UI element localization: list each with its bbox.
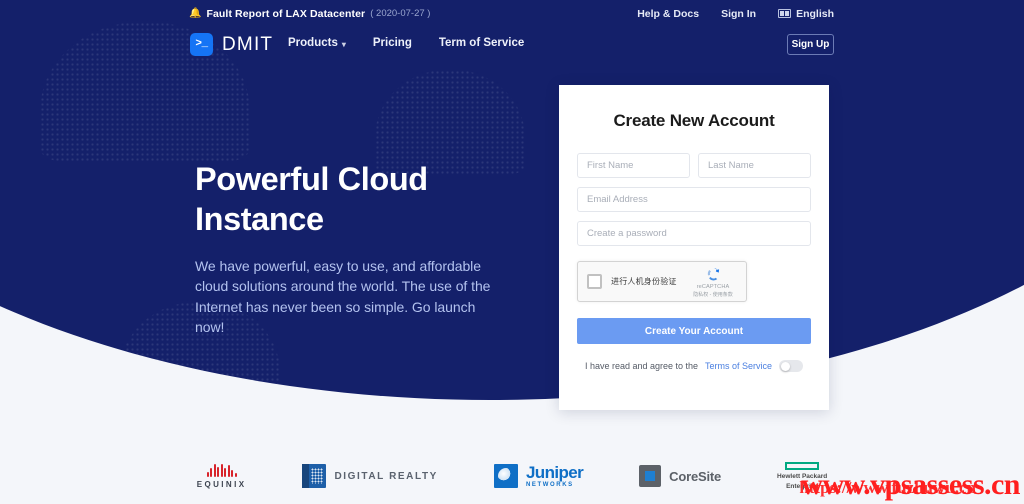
help-and-docs-link[interactable]: Help & Docs (637, 8, 699, 20)
hero-title-line1: Powerful Cloud (195, 160, 495, 200)
brand-name: DMIT (222, 34, 273, 56)
recaptcha-brand: reCAPTCHA (689, 284, 737, 290)
page-root: 🔔 Fault Report of LAX Datacenter ( 2020-… (0, 0, 1024, 504)
language-label: English (796, 8, 834, 20)
terms-agreement-text: I have read and agree to the (585, 361, 698, 371)
juniper-logo-subtext: NETWORKS (526, 482, 574, 488)
announcement-bar: 🔔 Fault Report of LAX Datacenter ( 2020-… (0, 0, 1024, 27)
card-title: Create New Account (577, 111, 811, 131)
create-account-button[interactable]: Create Your Account (577, 318, 811, 344)
equinix-logo-text: EQUINIX (197, 480, 247, 489)
announcement-message[interactable]: 🔔 Fault Report of LAX Datacenter ( 2020-… (189, 0, 430, 27)
recaptcha-icon (705, 266, 722, 283)
recaptcha-label: 进行人机身份验证 (611, 276, 677, 287)
equinix-logo-icon (207, 464, 237, 477)
partner-logo-juniper: Juniper NETWORKS (494, 464, 583, 488)
announcement-actions: Help & Docs Sign In English (637, 0, 834, 27)
partner-logo-equinix: EQUINIX (197, 464, 247, 489)
recaptcha-branding: reCAPTCHA 隐私权 - 使用条款 (689, 266, 737, 298)
password-input[interactable]: Create a password (577, 221, 811, 246)
terminal-icon: >_ (190, 33, 213, 56)
email-input[interactable]: Email Address (577, 187, 811, 212)
partner-logo-hpe: Hewlett Packard Enterprise (777, 462, 827, 491)
last-name-input[interactable]: Last Name (698, 153, 811, 178)
terms-agreement-toggle[interactable] (779, 360, 803, 372)
hero-subtitle: We have powerful, easy to use, and affor… (195, 256, 495, 338)
nav-item-products[interactable]: Products ▾ (288, 37, 346, 49)
nav-item-pricing[interactable]: Pricing (373, 37, 412, 49)
hpe-logo-line1: Hewlett Packard (777, 473, 827, 480)
coresite-logo-icon (639, 465, 661, 487)
nav-item-products-label: Products (288, 37, 338, 49)
recaptcha-widget[interactable]: 进行人机身份验证 reCAPTCHA 隐私权 - 使用条款 (577, 261, 747, 302)
hero-title: Powerful Cloud Instance (195, 160, 495, 240)
hero-title-line2: Instance (195, 200, 495, 240)
brand-logo[interactable]: >_ DMIT (190, 33, 273, 56)
juniper-logo-icon (494, 464, 518, 488)
flag-icon (778, 9, 791, 18)
announcement-date: ( 2020-07-27 ) (370, 8, 430, 19)
partner-logo-coresite: CoreSite (639, 465, 721, 487)
nav-item-term-of-service[interactable]: Term of Service (439, 37, 524, 49)
terms-agreement-row: I have read and agree to the Terms of Se… (577, 360, 811, 372)
recaptcha-terms[interactable]: 隐私权 - 使用条款 (689, 291, 737, 298)
partner-logo-digital-realty: DIGITAL REALTY (302, 464, 438, 488)
bell-icon: 🔔 (189, 9, 201, 19)
create-account-card: Create New Account First Name Last Name … (559, 85, 829, 410)
chevron-down-icon: ▾ (342, 40, 346, 49)
coresite-logo-text: CoreSite (669, 469, 721, 484)
language-selector[interactable]: English (778, 8, 834, 20)
name-field-row: First Name Last Name (577, 153, 811, 178)
terms-of-service-link[interactable]: Terms of Service (705, 361, 772, 371)
juniper-logo-text: Juniper (526, 464, 583, 481)
announcement-title: Fault Report of LAX Datacenter (206, 8, 365, 20)
recaptcha-checkbox[interactable] (587, 274, 602, 289)
signup-button[interactable]: Sign Up (787, 34, 834, 55)
digital-realty-logo-icon (302, 464, 326, 488)
partner-logo-strip: EQUINIX DIGITAL REALTY Juniper NETWORKS … (0, 448, 1024, 504)
digital-realty-logo-text: DIGITAL REALTY (334, 471, 438, 482)
nav-links: Products ▾ Pricing Term of Service (288, 37, 524, 49)
first-name-input[interactable]: First Name (577, 153, 690, 178)
sign-in-link[interactable]: Sign In (721, 8, 756, 20)
main-navigation: >_ DMIT Products ▾ Pricing Term of Servi… (0, 27, 1024, 71)
hpe-logo-icon (785, 462, 819, 470)
hpe-logo-line2: Enterprise (786, 483, 818, 490)
hero-copy: Powerful Cloud Instance We have powerful… (195, 160, 495, 338)
